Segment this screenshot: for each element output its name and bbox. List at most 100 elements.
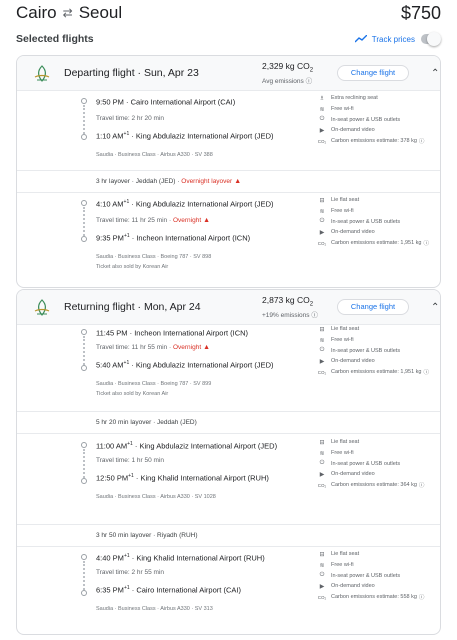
track-prices-label: Track prices bbox=[371, 34, 415, 44]
amenities-list: ⊟ Lie flat seat ≋ Free wi-fi ⏻ In-seat powe… bbox=[317, 195, 440, 248]
warning-icon: ▲ bbox=[234, 178, 242, 185]
emissions-value: 2,873 kg CO bbox=[262, 295, 310, 305]
track-prices-toggle[interactable] bbox=[421, 32, 441, 46]
travel-time: Travel time: 11 hr 25 min · Overnight ▲ bbox=[96, 217, 211, 224]
power-outlet-icon: ⏻ bbox=[319, 218, 325, 225]
co2-icon: CO₂ bbox=[317, 482, 327, 488]
amenity-item: ▶ On-demand video bbox=[317, 125, 440, 136]
amenity-item: ⏻ In-seat power & USB outlets bbox=[317, 458, 440, 469]
info-icon: ⓘ bbox=[418, 483, 425, 490]
track-prices[interactable]: Track prices bbox=[354, 32, 441, 46]
amenity-item: ≋ Free wi-fi bbox=[317, 560, 440, 571]
power-outlet-icon: ⏻ bbox=[319, 116, 325, 123]
co2-icon: CO₂ bbox=[317, 369, 327, 375]
total-price: $750 bbox=[400, 2, 441, 23]
flat-seat-icon: ⊟ bbox=[319, 197, 325, 204]
amenity-item: CO₂ Carbon emissions estimate: 1,951 kg ⓘ bbox=[317, 369, 430, 377]
amenities-list: ♗ Extra reclining seat ≋ Free wi-fi ⏻ In-se… bbox=[317, 93, 440, 146]
flat-seat-icon: ⊟ bbox=[319, 439, 325, 446]
chevron-up-icon[interactable]: ⌃ bbox=[431, 68, 439, 79]
emissions-sub: 2 bbox=[309, 301, 314, 308]
travel-time: Travel time: 2 hr 55 min bbox=[96, 569, 165, 576]
wifi-icon: ≋ bbox=[319, 337, 325, 344]
codeshare-note: Ticket also sold by Korean Air bbox=[96, 264, 169, 270]
segment-timeline bbox=[80, 98, 88, 142]
flight-segment: 9:50 PM · Cairo International Airport (C… bbox=[17, 92, 440, 178]
returning-header[interactable]: Returning flight · Mon, Apr 24 2,873 kg … bbox=[17, 290, 440, 325]
chevron-up-icon[interactable]: ⌃ bbox=[431, 302, 439, 313]
arrival-stop: 1:10 AM+1 · King Abdulaziz International… bbox=[96, 131, 274, 141]
departing-header[interactable]: Departing flight · Sun, Apr 23 2,329 kg … bbox=[17, 56, 440, 91]
travel-time: Travel time: 11 hr 55 min · Overnight ▲ bbox=[96, 344, 211, 351]
trend-icon bbox=[354, 35, 367, 43]
saudia-logo-icon bbox=[34, 299, 50, 316]
route-title: Cairo ⇄ Seoul bbox=[16, 3, 122, 23]
flight-segment: 4:40 PM+1 · King Khalid International Ai… bbox=[17, 548, 440, 634]
info-icon: ⓘ bbox=[418, 139, 425, 146]
emissions-note: +19% emissions bbox=[262, 311, 310, 319]
segment-timeline bbox=[80, 554, 88, 598]
segment-timeline bbox=[80, 442, 88, 486]
power-outlet-icon: ⏻ bbox=[319, 347, 325, 354]
returning-flight-card: Returning flight · Mon, Apr 24 2,873 kg … bbox=[16, 289, 441, 635]
saudia-logo-icon bbox=[34, 65, 50, 82]
power-outlet-icon: ⏻ bbox=[319, 460, 325, 467]
amenity-item: ⊟ Lie flat seat bbox=[317, 324, 440, 335]
departing-emissions: 2,329 kg CO2 Avg emissions ⓘ bbox=[262, 61, 313, 85]
amenities-list: ⊟ Lie flat seat ≋ Free wi-fi ⏻ In-seat powe… bbox=[317, 437, 440, 490]
arrival-stop: 9:35 PM+1 · Incheon International Airpor… bbox=[96, 233, 251, 243]
origin-city: Cairo bbox=[16, 3, 57, 22]
layover-row: 3 hr 50 min layover · Riyadh (RUH) bbox=[17, 524, 440, 547]
change-returning-button[interactable]: Change flight bbox=[337, 299, 409, 315]
layover-row: 5 hr 20 min layover · Jeddah (JED) bbox=[17, 411, 440, 434]
flight-segment: 4:10 AM+1 · King Abdulaziz International… bbox=[17, 194, 440, 286]
codeshare-note: Ticket also sold by Korean Air bbox=[96, 391, 169, 397]
change-departing-button[interactable]: Change flight bbox=[337, 65, 409, 81]
power-outlet-icon: ⏻ bbox=[319, 572, 325, 579]
flight-details: Saudia · Business Class · Airbus A330 · … bbox=[96, 606, 213, 612]
amenity-item: CO₂ Carbon emissions estimate: 558 kg ⓘ bbox=[317, 594, 425, 602]
amenity-item: ⊟ Lie flat seat bbox=[317, 195, 440, 206]
swap-arrows-icon: ⇄ bbox=[62, 6, 73, 20]
amenity-item: ▶ On-demand video bbox=[317, 469, 440, 480]
amenity-item: ≋ Free wi-fi bbox=[317, 448, 440, 459]
travel-time: Travel time: 1 hr 50 min bbox=[96, 457, 165, 464]
flat-seat-icon: ⊟ bbox=[319, 326, 325, 333]
info-icon[interactable]: ⓘ bbox=[306, 78, 313, 85]
flight-details: Saudia · Business Class · Airbus A330 · … bbox=[96, 152, 213, 158]
amenity-item: ⏻ In-seat power & USB outlets bbox=[317, 345, 440, 356]
selected-flights-title: Selected flights bbox=[16, 33, 94, 45]
video-icon: ▶ bbox=[319, 127, 325, 134]
amenity-item: ≋ Free wi-fi bbox=[317, 104, 440, 115]
wifi-icon: ≋ bbox=[319, 450, 325, 457]
returning-title: Returning flight · Mon, Apr 24 bbox=[64, 301, 201, 313]
video-icon: ▶ bbox=[319, 358, 325, 365]
trip-header: Cairo ⇄ Seoul $750 bbox=[16, 2, 441, 24]
amenity-item: ▶ On-demand video bbox=[317, 227, 440, 238]
amenity-item: ⊟ Lie flat seat bbox=[317, 437, 440, 448]
flight-details: Saudia · Business Class · Boeing 787 · S… bbox=[96, 381, 212, 387]
amenity-item: ≋ Free wi-fi bbox=[317, 206, 440, 217]
emissions-note: Avg emissions bbox=[262, 77, 304, 85]
arrival-stop: 6:35 PM+1 · Cairo International Airport … bbox=[96, 585, 241, 595]
emissions-sub: 2 bbox=[309, 67, 314, 74]
destination-city: Seoul bbox=[78, 3, 123, 22]
co2-icon: CO₂ bbox=[317, 138, 327, 144]
amenity-item: CO₂ Carbon emissions estimate: 364 kg ⓘ bbox=[317, 482, 425, 490]
segment-timeline bbox=[80, 329, 88, 373]
info-icon[interactable]: ⓘ bbox=[311, 312, 318, 319]
amenity-item: ⏻ In-seat power & USB outlets bbox=[317, 570, 440, 581]
emissions-value: 2,329 kg CO bbox=[262, 61, 310, 71]
flight-segment: 11:45 PM · Incheon International Airport… bbox=[17, 323, 440, 409]
amenity-item: ⊟ Lie flat seat bbox=[317, 549, 440, 560]
arrival-stop: 12:50 PM+1 · King Khalid International A… bbox=[96, 473, 269, 483]
travel-time: Travel time: 2 hr 20 min bbox=[96, 115, 165, 122]
video-icon: ▶ bbox=[319, 471, 325, 478]
warning-icon: ▲ bbox=[203, 217, 211, 224]
departure-stop: 4:40 PM+1 · King Khalid International Ai… bbox=[96, 553, 265, 563]
amenity-item: CO₂ Carbon emissions estimate: 378 kg ⓘ bbox=[317, 138, 425, 146]
amenity-item: ♗ Extra reclining seat bbox=[317, 93, 440, 104]
amenities-list: ⊟ Lie flat seat ≋ Free wi-fi ⏻ In-seat powe… bbox=[317, 324, 440, 377]
wifi-icon: ≋ bbox=[319, 106, 325, 113]
video-icon: ▶ bbox=[319, 583, 325, 590]
